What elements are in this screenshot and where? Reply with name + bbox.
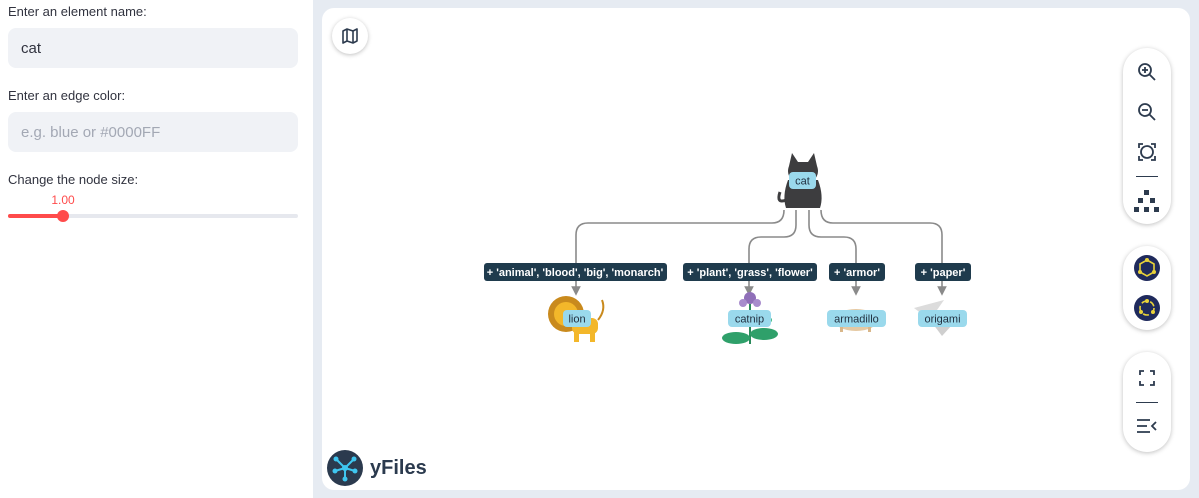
edge-label-catnip[interactable]: + 'plant', 'grass', 'flower' [683, 263, 817, 281]
yfiles-logo-icon [327, 450, 363, 486]
fit-content-button[interactable] [1123, 134, 1171, 170]
node-cat[interactable]: cat [777, 153, 822, 208]
edge-cat-catnip[interactable] [748, 210, 797, 263]
edge-label-armadillo-text: + 'armor' [834, 267, 880, 279]
node-origami-label: origami [924, 314, 960, 326]
hierarchic-layout-button[interactable] [1123, 184, 1171, 220]
node-lion[interactable]: lion [548, 296, 605, 342]
node-armadillo[interactable]: armadillo [827, 309, 886, 332]
zoom-in-icon [1138, 63, 1156, 81]
node-size-label: Change the node size: [8, 172, 139, 187]
edge-color-label: Enter an edge color: [8, 88, 126, 103]
fit-content-icon [1138, 143, 1156, 161]
fullscreen-button[interactable] [1123, 360, 1171, 396]
edge-label-lion-text: + 'animal', 'blood', 'big', 'monarch' [487, 267, 664, 279]
sidebar: Enter an element name: Enter an edge col… [0, 0, 310, 498]
node-origami[interactable]: origami [914, 300, 967, 336]
node-lion-label: lion [568, 314, 585, 326]
overview-button[interactable] [332, 18, 368, 54]
circular-layout-icon [1134, 295, 1160, 321]
hierarchic-layout-icon [1134, 190, 1159, 212]
node-armadillo-label: armadillo [834, 314, 879, 326]
edge-label-catnip-text: + 'plant', 'grass', 'flower' [687, 267, 813, 279]
toolbar-separator [1136, 176, 1158, 177]
zoom-out-button[interactable] [1123, 94, 1171, 130]
graph-widget: + 'animal', 'blood', 'big', 'monarch' + … [313, 0, 1199, 498]
node-size-slider[interactable]: 1.00 [8, 190, 298, 226]
radial-layout-button[interactable] [1123, 250, 1171, 286]
graph-canvas[interactable]: + 'animal', 'blood', 'big', 'monarch' + … [322, 8, 1190, 490]
zoom-in-button[interactable] [1123, 54, 1171, 90]
node-catnip[interactable]: catnip [722, 292, 778, 344]
radial-layout-icon [1134, 255, 1160, 281]
edge-label-origami-text: + 'paper' [921, 267, 966, 279]
graph-diagram: + 'animal', 'blood', 'big', 'monarch' + … [484, 153, 971, 344]
circular-layout-button[interactable] [1123, 290, 1171, 326]
edge-label-armadillo[interactable]: + 'armor' [829, 263, 885, 281]
node-catnip-label: catnip [735, 314, 764, 326]
layout-toolbar [1123, 246, 1171, 330]
slider-thumb[interactable] [57, 210, 69, 222]
map-icon [342, 28, 358, 44]
toolbar-separator [1136, 402, 1158, 403]
edge-cat-armadillo[interactable] [808, 210, 857, 263]
yfiles-logo-text: yFiles [370, 456, 427, 479]
zoom-toolbar [1123, 48, 1171, 224]
node-cat-label: cat [795, 176, 810, 188]
slider-value: 1.00 [51, 193, 75, 207]
slider-fill [8, 214, 63, 218]
fullscreen-icon [1139, 370, 1155, 386]
sidebar-toggle-button[interactable] [1123, 408, 1171, 444]
element-name-label: Enter an element name: [8, 4, 147, 19]
yfiles-logo[interactable]: yFiles [326, 448, 427, 488]
view-toolbar [1123, 352, 1171, 452]
sidebar-toggle-icon [1137, 419, 1157, 433]
edge-label-lion[interactable]: + 'animal', 'blood', 'big', 'monarch' [484, 263, 667, 281]
edge-color-input[interactable] [8, 112, 298, 152]
edge-cat-lion[interactable] [575, 209, 785, 263]
edge-label-origami[interactable]: + 'paper' [915, 263, 971, 281]
element-name-input[interactable] [8, 28, 298, 68]
zoom-out-icon [1138, 103, 1156, 121]
